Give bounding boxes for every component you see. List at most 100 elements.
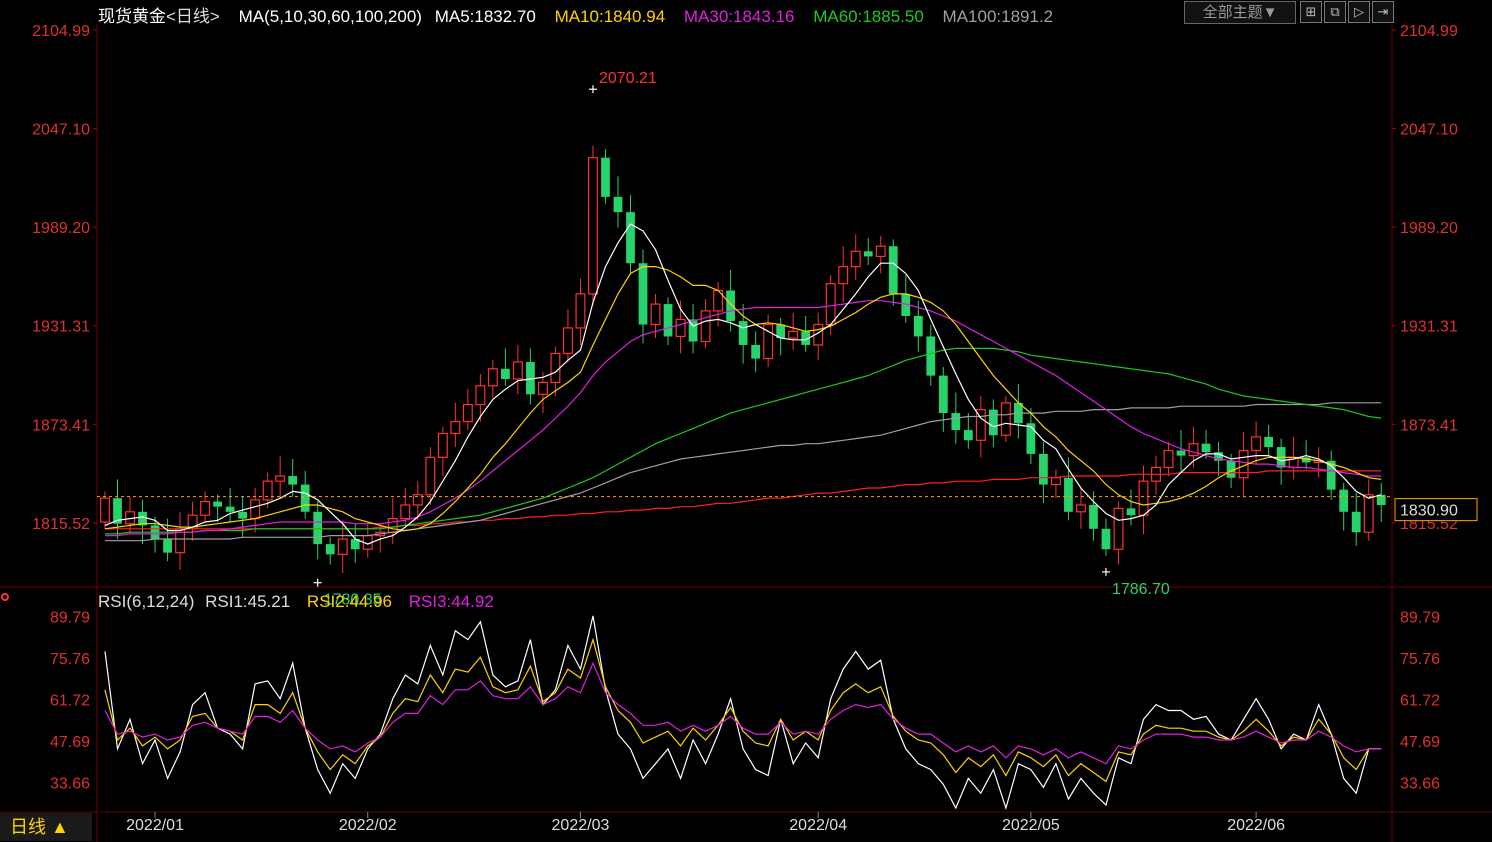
candle-up bbox=[1363, 494, 1374, 533]
candle-down bbox=[1176, 450, 1186, 456]
rsi-tick-label-right: 47.69 bbox=[1400, 734, 1440, 751]
candle-down bbox=[926, 336, 936, 376]
candle-down bbox=[1039, 453, 1048, 485]
indicator-settings-icon[interactable] bbox=[1, 593, 9, 601]
window-icon[interactable]: ⧉ bbox=[1324, 1, 1346, 23]
candle-up bbox=[850, 250, 861, 268]
candle-down bbox=[1101, 528, 1111, 550]
high-price-label: 2070.21 bbox=[599, 70, 657, 87]
candle-down bbox=[325, 544, 335, 555]
candle-up bbox=[200, 500, 211, 516]
candle-down bbox=[300, 484, 310, 512]
candle-up bbox=[387, 518, 398, 533]
candle-down bbox=[1126, 508, 1136, 516]
candle-up bbox=[1138, 480, 1149, 516]
grid-icon[interactable]: ⊞ bbox=[1300, 1, 1322, 23]
candle-up bbox=[838, 266, 849, 285]
candle-down bbox=[888, 246, 898, 294]
rsi-tick-label-right: 89.79 bbox=[1400, 610, 1440, 627]
candle-down bbox=[238, 511, 248, 519]
rsi-tick-label-left: 75.76 bbox=[50, 651, 90, 668]
theme-dropdown-button[interactable]: 全部主题▼ bbox=[1184, 1, 1296, 24]
candle-up bbox=[575, 293, 586, 329]
candle-up bbox=[437, 432, 448, 458]
candle-up bbox=[562, 327, 573, 355]
fast-forward-icon[interactable]: ⇥ bbox=[1372, 1, 1394, 23]
rsi-tick-label-left: 89.79 bbox=[50, 610, 90, 627]
ma5-value: MA5:1832.70 bbox=[434, 7, 536, 26]
candle-up bbox=[675, 318, 686, 338]
candle-up bbox=[1050, 477, 1061, 486]
candle-down bbox=[1264, 436, 1274, 448]
candle-up bbox=[400, 504, 411, 520]
candle-up bbox=[337, 538, 348, 555]
rsi-tick-label-right: 61.72 bbox=[1400, 692, 1440, 709]
price-header: 现货黄金<日线> MA(5,10,30,60,100,200) MA5:1832… bbox=[98, 2, 1067, 26]
candle-up bbox=[550, 352, 561, 384]
symbol-name: 现货黄金 bbox=[98, 7, 166, 26]
price-tick-label-left: 2047.10 bbox=[32, 122, 90, 139]
price-tick-label-left: 1931.31 bbox=[32, 319, 90, 336]
candle-up bbox=[100, 497, 110, 523]
candle-up bbox=[1163, 449, 1174, 469]
candle-down bbox=[1351, 511, 1361, 533]
candle-down bbox=[638, 263, 648, 325]
candle-up bbox=[450, 420, 461, 435]
rsi1-value: RSI1:45.21 bbox=[205, 592, 291, 611]
rsi1-line bbox=[104, 615, 1382, 811]
candle-down bbox=[213, 501, 222, 507]
candle-up bbox=[650, 303, 661, 326]
play-icon[interactable]: ▷ bbox=[1348, 1, 1370, 23]
candle-down bbox=[1026, 423, 1036, 454]
candle-down bbox=[163, 539, 172, 553]
ma100-value: MA100:1891.2 bbox=[942, 7, 1054, 26]
candle-up bbox=[537, 381, 548, 395]
period-tag[interactable]: <日线> bbox=[166, 7, 220, 26]
last-price-label: 1830.90 bbox=[1400, 503, 1458, 520]
candle-up bbox=[788, 330, 799, 339]
price-tick-label-right: 1931.31 bbox=[1400, 319, 1458, 336]
candle-down bbox=[988, 409, 998, 436]
low-price-label: 1786.70 bbox=[1112, 581, 1170, 598]
candle-up bbox=[475, 385, 486, 406]
candle-down bbox=[288, 476, 298, 485]
candle-down bbox=[751, 344, 761, 359]
rsi3-value: RSI3:44.92 bbox=[408, 592, 494, 611]
candle-down bbox=[626, 212, 635, 264]
ma5-line bbox=[104, 223, 1382, 545]
date-tick-label: 2022/03 bbox=[552, 817, 610, 834]
rsi-tick-label-left: 61.72 bbox=[50, 692, 90, 709]
price-tick-label-right: 2104.99 bbox=[1400, 23, 1458, 40]
candle-up bbox=[512, 361, 523, 380]
rsi-tick-label-right: 33.66 bbox=[1400, 775, 1440, 792]
candle-up bbox=[250, 499, 261, 520]
candle-down bbox=[601, 157, 610, 197]
price-tick-label-left: 1989.20 bbox=[32, 220, 90, 237]
candle-down bbox=[225, 506, 235, 512]
candle-down bbox=[726, 290, 735, 322]
candle-down bbox=[913, 316, 923, 337]
candle-up bbox=[875, 245, 886, 258]
rsi-params[interactable]: RSI(6,12,24) bbox=[98, 592, 194, 611]
date-tick-label: 2022/04 bbox=[789, 817, 847, 834]
candle-up bbox=[1188, 443, 1199, 457]
rsi-tick-label-left: 33.66 bbox=[50, 775, 90, 792]
candle-up bbox=[1251, 436, 1262, 452]
candle-up bbox=[462, 403, 473, 423]
rsi-header: RSI(6,12,24) RSI1:45.21 RSI2:44.96 RSI3:… bbox=[98, 592, 506, 612]
price-tick-label-right: 1873.41 bbox=[1400, 417, 1458, 434]
price-tick-label-right: 2047.10 bbox=[1400, 122, 1458, 139]
candle-down bbox=[1339, 489, 1349, 512]
candle-down bbox=[738, 321, 748, 345]
period-button[interactable]: 日线 ▲ bbox=[0, 813, 92, 841]
candle-up bbox=[825, 283, 836, 326]
candle-up bbox=[425, 456, 436, 496]
candle-down bbox=[313, 511, 323, 545]
date-tick-label: 2022/05 bbox=[1002, 817, 1060, 834]
rsi-tick-label-right: 75.76 bbox=[1400, 651, 1440, 668]
price-tick-label-left: 1873.41 bbox=[32, 417, 90, 434]
candle-down bbox=[863, 251, 873, 257]
candle-down bbox=[938, 375, 948, 414]
ma10-value: MA10:1840.94 bbox=[554, 7, 666, 26]
ma-params[interactable]: MA(5,10,30,60,100,200) bbox=[239, 7, 422, 26]
